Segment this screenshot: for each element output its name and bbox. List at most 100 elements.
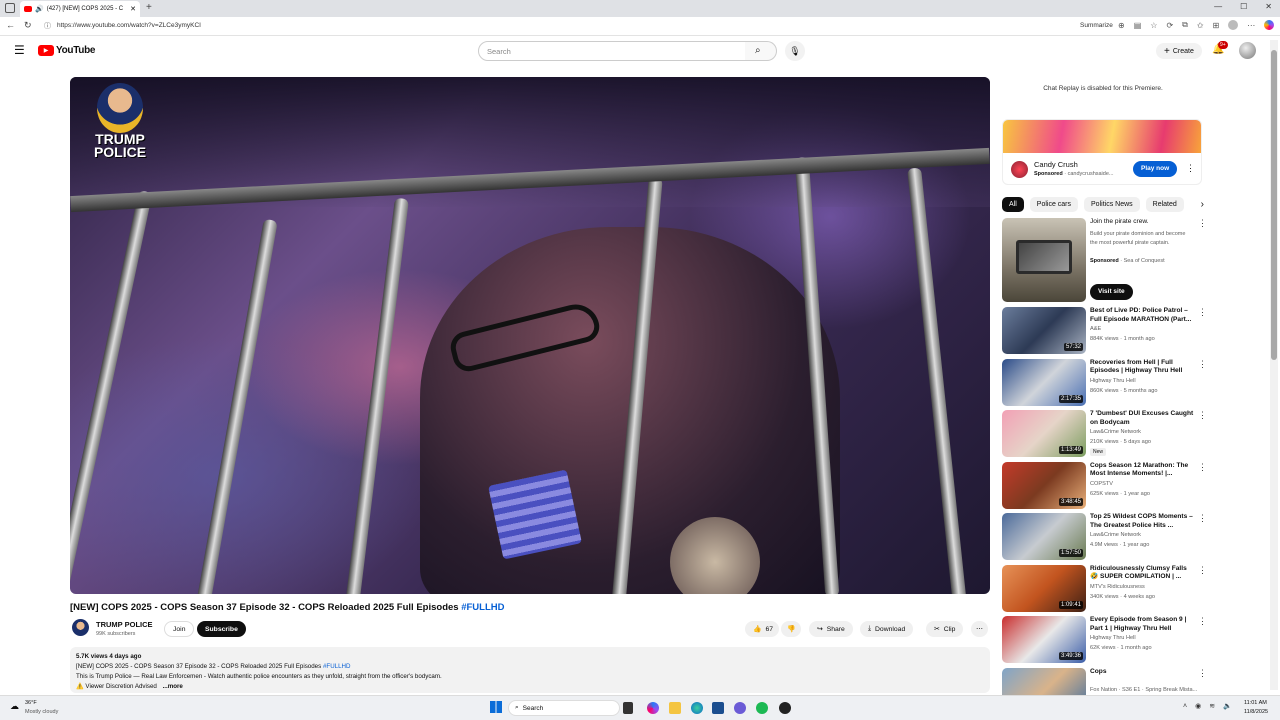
rec-title[interactable]: Top 25 Wildest COPS Moments – The Greate… [1090,513,1194,530]
windows-start-icon[interactable] [490,701,502,713]
taskbar-search[interactable]: ⌕ Search [508,700,620,716]
dislike-button[interactable]: 👎 [781,621,802,637]
ad-card[interactable]: Candy Crush Sponsored · candycrushsaide.… [1002,119,1202,185]
rec-more-icon[interactable]: ⋮ [1198,307,1207,318]
rec-channel[interactable]: Fox Nation · S36 E1 · Spring Break Mista… [1090,687,1197,693]
rec-thumbnail[interactable]: 2:17:35 [1002,358,1086,406]
rec-channel[interactable]: MTV's Ridiculousness [1090,584,1145,590]
chip-police-cars[interactable]: Police cars [1029,197,1079,212]
app-icon[interactable] [779,702,791,714]
url-field[interactable]: https://www.youtube.com/watch?v=ZLCe3ymy… [57,22,201,29]
like-button[interactable]: 👍 67 [745,621,780,637]
more-actions-button[interactable]: ⋯ [971,621,988,637]
video-title-hashtag[interactable]: #FULLHD [461,602,504,613]
rec-channel[interactable]: A&E [1090,326,1101,332]
recommendation-item[interactable]: 2:17:35 Recoveries from Hell | Full Episo… [1002,358,1207,407]
share-button[interactable]: ↪ Share [809,621,853,637]
notifications-button[interactable]: 🔔 9+ [1212,41,1228,55]
rec-thumbnail[interactable]: 3:48:45 [1002,461,1086,509]
clip-button[interactable]: ✂ Clip [926,621,964,637]
rec-thumbnail[interactable]: 1:13:49 [1002,410,1086,457]
favorites-icon[interactable]: ✩ [1197,21,1204,30]
rec-more-icon[interactable]: ⋮ [1198,462,1207,473]
rec-title[interactable]: Best of Live PD: Police Patrol – Full Ep… [1090,307,1194,324]
profile-icon[interactable] [1228,20,1239,30]
summarize-button[interactable]: Summarize [1080,22,1113,29]
rec-title[interactable]: 7 'Dumbest' DUI Excuses Caught on Bodyca… [1090,410,1194,427]
play-now-button[interactable]: Play now [1133,161,1178,177]
show-more-link[interactable]: ...more [163,683,183,690]
copilot-icon[interactable] [1264,20,1275,30]
rec-more-icon[interactable]: ⋮ [1198,668,1207,679]
voice-search-button[interactable]: 🎙 [785,41,805,61]
browser-tab-active[interactable]: 🔊 (427) [NEW] COPS 2025 - C ✕ [20,1,140,17]
visit-site-button[interactable]: Visit site [1090,284,1133,300]
rec-thumbnail[interactable]: 57:32 [1002,307,1086,354]
clock-date[interactable]: 11/8/2025 [1244,709,1268,715]
download-button[interactable]: ⤓ Download [860,621,914,637]
promo-title[interactable]: Join the pirate crew. [1090,218,1194,227]
chat-app-icon[interactable] [734,702,746,714]
spotify-icon[interactable] [756,702,768,714]
description-box[interactable]: 5.7K views 4 days ago [NEW] COPS 2025 - … [70,647,990,693]
wifi-icon[interactable]: ≋ [1209,702,1215,710]
tray-chevron-icon[interactable]: ˄ [1183,703,1187,710]
translate-icon[interactable]: ⊕ [1118,21,1125,30]
minimize-icon[interactable]: — [1214,2,1222,11]
copilot-app-icon[interactable] [647,702,659,714]
rec-thumbnail[interactable]: 3:49:36 [1002,616,1086,663]
rec-title[interactable]: Ridiculousnessly Clumsy Falls 🤣 SUPER CO… [1090,565,1194,582]
close-window-icon[interactable]: ✕ [1265,2,1272,11]
ad-name[interactable]: Candy Crush [1034,160,1078,169]
rec-channel[interactable]: Law&Crime Network [1090,532,1141,538]
rec-more-icon[interactable]: ⋮ [1198,410,1207,421]
rec-title[interactable]: Recoveries from Hell | Full Episodes | H… [1090,359,1194,376]
recommendation-item[interactable]: 1:13:49 7 'Dumbest' DUI Excuses Caught on… [1002,410,1207,458]
rec-channel[interactable]: Highway Thru Hell [1090,378,1136,384]
extensions-icon[interactable]: ⟳ [1166,21,1173,30]
recommendation-item[interactable]: 3:49:36 Every Episode from Season 9 | Par… [1002,616,1207,664]
join-button[interactable]: Join [164,621,195,637]
sidebar-toggle-icon[interactable] [5,3,15,13]
channel-name[interactable]: TRUMP POLICE [96,620,153,629]
promo-more-icon[interactable]: ⋮ [1198,218,1207,229]
description-hashtag[interactable]: #FULLHD [323,663,351,670]
audio-playing-icon[interactable]: 🔊 [35,5,44,13]
create-button[interactable]: + Create [1156,43,1202,59]
reader-icon[interactable]: ▤ [1134,21,1142,30]
rec-more-icon[interactable]: ⋮ [1198,359,1207,370]
file-explorer-icon[interactable] [669,702,681,714]
clock-time[interactable]: 11:01 AM [1244,700,1267,706]
store-icon[interactable] [712,702,724,714]
channel-avatar[interactable] [72,619,89,636]
task-view-icon[interactable] [623,702,633,714]
favorite-star-icon[interactable]: ☆ [1150,21,1157,30]
rec-title[interactable]: Cops [1090,668,1194,677]
more-menu-icon[interactable]: ⋯ [1247,21,1255,30]
rec-more-icon[interactable]: ⋮ [1198,565,1207,576]
promo-card[interactable]: Join the pirate crew. Build your pirate … [1002,218,1207,304]
chip-all[interactable]: All [1002,197,1024,212]
account-avatar[interactable] [1239,42,1256,59]
maximize-icon[interactable]: ☐ [1240,2,1247,11]
new-tab-button[interactable]: + [146,2,152,13]
recommendation-item[interactable]: 57:32 Best of Live PD: Police Patrol – Fu… [1002,307,1207,355]
back-icon[interactable]: ← [6,20,15,30]
recommendation-item[interactable]: 1:09:41 Ridiculousnessly Clumsy Falls 🤣 S… [1002,564,1207,613]
rec-thumbnail[interactable]: 1:09:41 [1002,564,1086,612]
hamburger-menu-icon[interactable]: ☰ [14,43,25,57]
chip-politics-news[interactable]: Politics News [1084,197,1140,212]
rec-channel[interactable]: Law&Crime Network [1090,429,1141,435]
youtube-logo[interactable]: ▶ YouTube [38,45,96,56]
collections-icon[interactable]: ⊞ [1213,21,1220,30]
rec-title[interactable]: Every Episode from Season 9 | Part 1 | H… [1090,616,1194,633]
chips-next-icon[interactable]: › [1201,199,1204,210]
video-player[interactable]: TRUMP POLICE [70,77,990,594]
rec-thumbnail[interactable]: 1:57:50 [1002,513,1086,560]
rec-more-icon[interactable]: ⋮ [1198,616,1207,627]
weather-icon[interactable]: ☁ [10,701,19,712]
rec-more-icon[interactable]: ⋮ [1198,513,1207,524]
tab-close-icon[interactable]: ✕ [130,5,136,13]
site-info-icon[interactable]: ⓘ [44,21,51,31]
search-button[interactable]: ⌕ [745,41,777,61]
